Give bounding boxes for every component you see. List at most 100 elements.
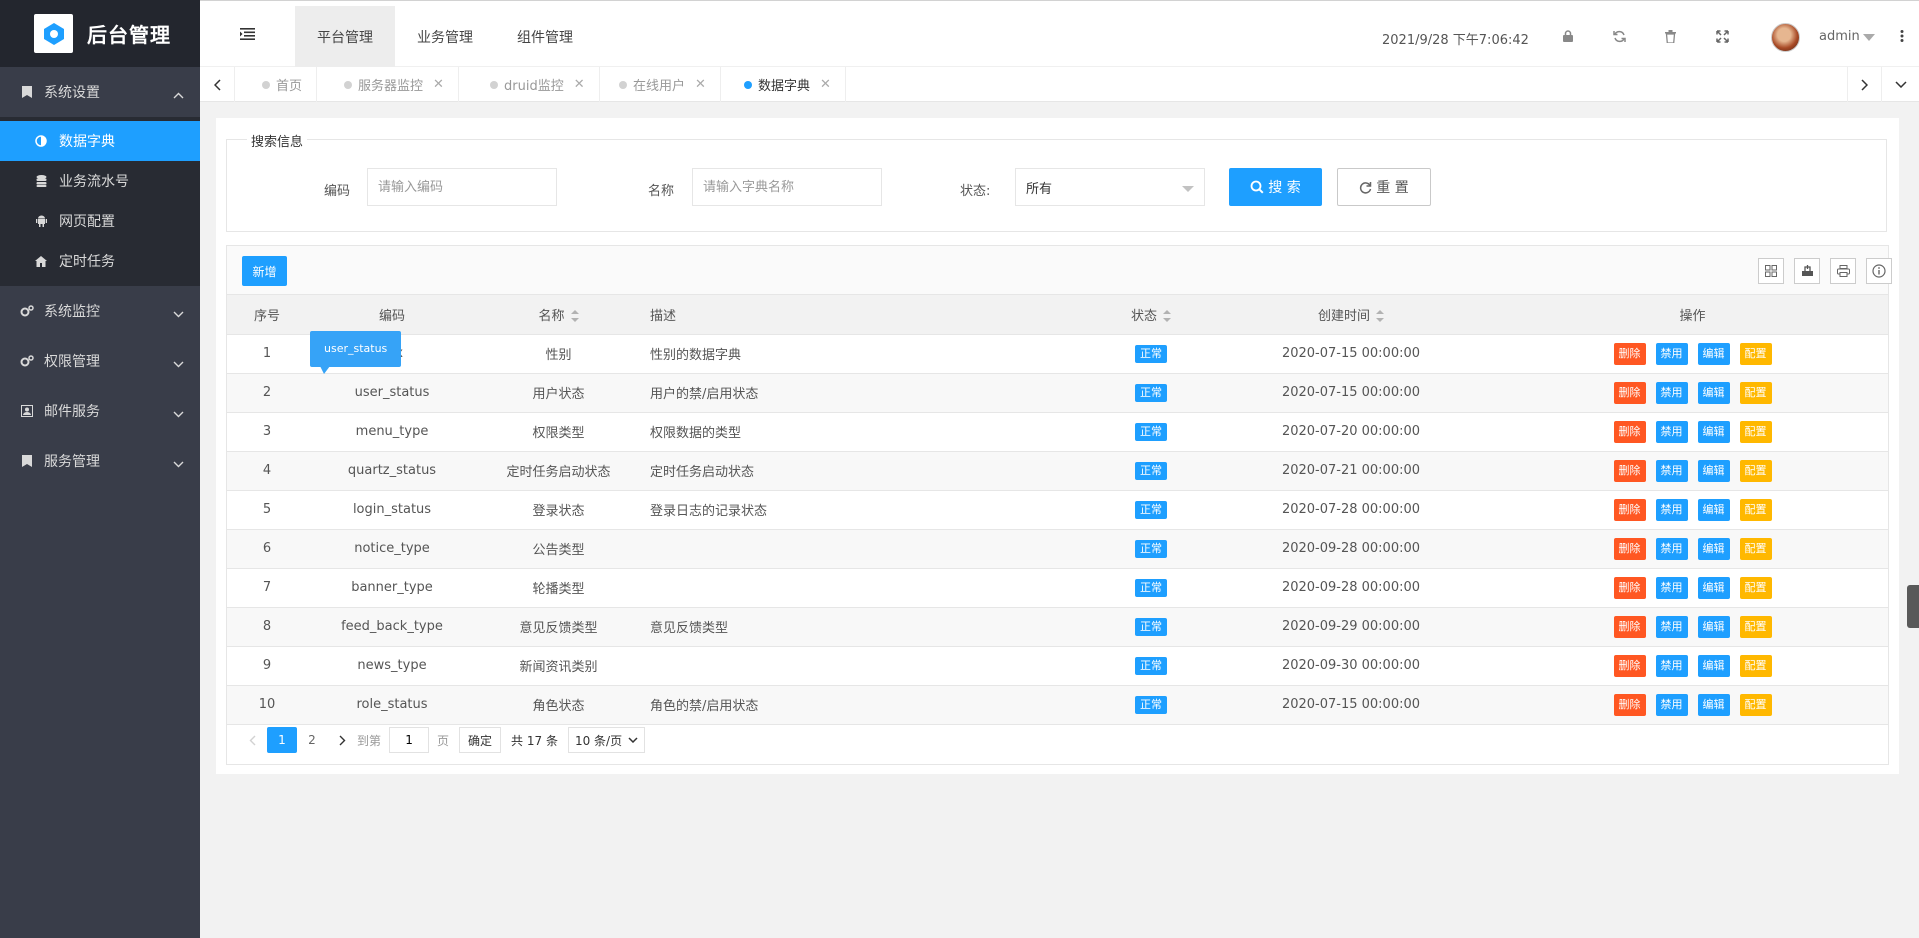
prev-page-icon[interactable] bbox=[237, 727, 267, 753]
delete-button[interactable]: 删除 bbox=[1613, 459, 1646, 482]
config-button[interactable]: 配置 bbox=[1739, 693, 1772, 716]
reset-button[interactable]: 重 置 bbox=[1337, 168, 1431, 206]
admin-username[interactable]: admin bbox=[1819, 29, 1860, 44]
status-select[interactable]: 所有 bbox=[1015, 168, 1205, 206]
tab-online-users[interactable]: 在线用户 ✕ bbox=[605, 67, 721, 102]
lock-icon[interactable] bbox=[1560, 28, 1576, 44]
fullscreen-icon[interactable] bbox=[1714, 28, 1730, 44]
code-input[interactable] bbox=[367, 168, 557, 206]
table-row[interactable]: 9 news_type 新闻资讯类别 正常 2020-09-30 00:00:00 删除禁… bbox=[227, 646, 1888, 686]
sort-icon[interactable] bbox=[1163, 310, 1171, 323]
delete-button[interactable]: 删除 bbox=[1613, 576, 1646, 599]
table-row[interactable]: 1sex性别性别的数据字典正常2020-07-15 00:00:00删除禁用编辑… bbox=[227, 334, 1888, 374]
disable-button[interactable]: 禁用 bbox=[1655, 342, 1688, 365]
columns-filter-icon[interactable] bbox=[1758, 258, 1784, 284]
goto-confirm-button[interactable]: 确定 bbox=[459, 727, 502, 753]
config-button[interactable]: 配置 bbox=[1739, 615, 1772, 638]
table-row[interactable]: 8 feed_back_type 意见反馈类型 意见反馈类型 正常 2020-09-29 … bbox=[227, 607, 1888, 647]
edit-button[interactable]: 编辑 bbox=[1697, 693, 1730, 716]
caret-down-icon[interactable] bbox=[1861, 29, 1877, 45]
search-button[interactable]: 搜 索 bbox=[1229, 168, 1322, 206]
close-icon[interactable]: ✕ bbox=[820, 77, 831, 92]
logo[interactable]: 后台管理 bbox=[0, 0, 200, 67]
tabs-dropdown-icon[interactable] bbox=[1883, 67, 1918, 102]
edit-button[interactable]: 编辑 bbox=[1697, 342, 1730, 365]
close-icon[interactable]: ✕ bbox=[574, 77, 585, 92]
print-icon[interactable] bbox=[1830, 258, 1856, 284]
config-button[interactable]: 配置 bbox=[1739, 342, 1772, 365]
table-row[interactable]: 3 menu_type 权限类型 权限数据的类型 正常 2020-07-20 00:00:… bbox=[227, 412, 1888, 452]
sort-icon[interactable] bbox=[570, 310, 579, 323]
edit-button[interactable]: 编辑 bbox=[1697, 654, 1730, 677]
refresh-icon[interactable] bbox=[1611, 28, 1627, 44]
page-button-2[interactable]: 2 bbox=[297, 727, 327, 753]
sidebar-item-serial-number[interactable]: 业务流水号 bbox=[0, 161, 200, 201]
sort-icon[interactable] bbox=[1376, 310, 1384, 323]
export-icon[interactable] bbox=[1794, 258, 1820, 284]
table-row[interactable]: 6 notice_type 公告类型 正常 2020-09-28 00:00:00 删除禁… bbox=[227, 529, 1888, 569]
table-row[interactable]: 5 login_status 登录状态 登录日志的记录状态 正常 2020-07-28 0… bbox=[227, 490, 1888, 530]
delete-button[interactable]: 删除 bbox=[1613, 420, 1646, 443]
sidebar-item-data-dictionary[interactable]: 数据字典 bbox=[0, 121, 200, 161]
tab-data-dictionary[interactable]: 数据字典 ✕ bbox=[730, 67, 846, 102]
disable-button[interactable]: 禁用 bbox=[1655, 576, 1688, 599]
info-icon[interactable] bbox=[1866, 258, 1892, 284]
delete-button[interactable]: 删除 bbox=[1613, 654, 1646, 677]
menu-group-system-settings[interactable]: 系统设置 bbox=[0, 67, 200, 117]
disable-button[interactable]: 禁用 bbox=[1655, 381, 1688, 404]
col-header-created[interactable]: 创建时间 bbox=[1205, 295, 1497, 335]
name-input[interactable] bbox=[692, 168, 882, 206]
page-button-1[interactable]: 1 bbox=[267, 727, 297, 753]
disable-button[interactable]: 禁用 bbox=[1655, 498, 1688, 521]
config-button[interactable]: 配置 bbox=[1739, 420, 1772, 443]
page-size-select[interactable]: 10 条/页 bbox=[567, 727, 646, 753]
sidebar-item-web-config[interactable]: 网页配置 bbox=[0, 201, 200, 241]
edit-button[interactable]: 编辑 bbox=[1697, 537, 1730, 560]
disable-button[interactable]: 禁用 bbox=[1655, 693, 1688, 716]
add-button[interactable]: 新增 bbox=[242, 256, 287, 286]
col-header-status[interactable]: 状态 bbox=[1097, 295, 1205, 335]
close-icon[interactable]: ✕ bbox=[695, 77, 706, 92]
trash-icon[interactable] bbox=[1662, 28, 1678, 44]
tab-server-monitor[interactable]: 服务器监控 ✕ bbox=[330, 67, 459, 102]
tabs-scroll-right-icon[interactable] bbox=[1847, 67, 1882, 102]
table-row[interactable]: 2 user_status 用户状态 用户的禁/启用状态 正常 2020-07-15 00… bbox=[227, 373, 1888, 413]
delete-button[interactable]: 删除 bbox=[1613, 498, 1646, 521]
more-vertical-icon[interactable] bbox=[1894, 28, 1910, 44]
tab-home[interactable]: 首页 bbox=[248, 67, 318, 102]
edit-button[interactable]: 编辑 bbox=[1697, 615, 1730, 638]
config-button[interactable]: 配置 bbox=[1739, 576, 1772, 599]
config-button[interactable]: 配置 bbox=[1739, 459, 1772, 482]
disable-button[interactable]: 禁用 bbox=[1655, 537, 1688, 560]
disable-button[interactable]: 禁用 bbox=[1655, 459, 1688, 482]
tabs-scroll-left-icon[interactable] bbox=[200, 67, 235, 102]
nav-component-management[interactable]: 组件管理 bbox=[495, 6, 595, 67]
avatar[interactable] bbox=[1771, 23, 1800, 52]
config-button[interactable]: 配置 bbox=[1739, 654, 1772, 677]
edit-button[interactable]: 编辑 bbox=[1697, 576, 1730, 599]
edit-button[interactable]: 编辑 bbox=[1697, 420, 1730, 443]
delete-button[interactable]: 删除 bbox=[1613, 537, 1646, 560]
menu-group-system-monitor[interactable]: 系统监控 bbox=[0, 286, 200, 336]
menu-group-service-management[interactable]: 服务管理 bbox=[0, 436, 200, 486]
goto-page-input[interactable] bbox=[389, 727, 430, 753]
edit-button[interactable]: 编辑 bbox=[1697, 381, 1730, 404]
close-icon[interactable]: ✕ bbox=[433, 77, 444, 92]
tab-druid-monitor[interactable]: druid监控 ✕ bbox=[476, 67, 600, 102]
delete-button[interactable]: 删除 bbox=[1613, 615, 1646, 638]
next-page-icon[interactable] bbox=[327, 727, 357, 753]
menu-group-mail-service[interactable]: 邮件服务 bbox=[0, 386, 200, 436]
delete-button[interactable]: 删除 bbox=[1613, 342, 1646, 365]
nav-business-management[interactable]: 业务管理 bbox=[395, 6, 495, 67]
disable-button[interactable]: 禁用 bbox=[1655, 615, 1688, 638]
table-row[interactable]: 4 quartz_status 定时任务启动状态 定时任务启动状态 正常 2020-07-… bbox=[227, 451, 1888, 491]
delete-button[interactable]: 删除 bbox=[1613, 693, 1646, 716]
edit-button[interactable]: 编辑 bbox=[1697, 498, 1730, 521]
menu-toggle-icon[interactable] bbox=[240, 28, 255, 44]
side-drawer-handle[interactable] bbox=[1907, 585, 1919, 628]
table-row[interactable]: 7 banner_type 轮播类型 正常 2020-09-28 00:00:00 删除禁… bbox=[227, 568, 1888, 608]
edit-button[interactable]: 编辑 bbox=[1697, 459, 1730, 482]
menu-group-permissions[interactable]: 权限管理 bbox=[0, 336, 200, 386]
delete-button[interactable]: 删除 bbox=[1613, 381, 1646, 404]
config-button[interactable]: 配置 bbox=[1739, 537, 1772, 560]
